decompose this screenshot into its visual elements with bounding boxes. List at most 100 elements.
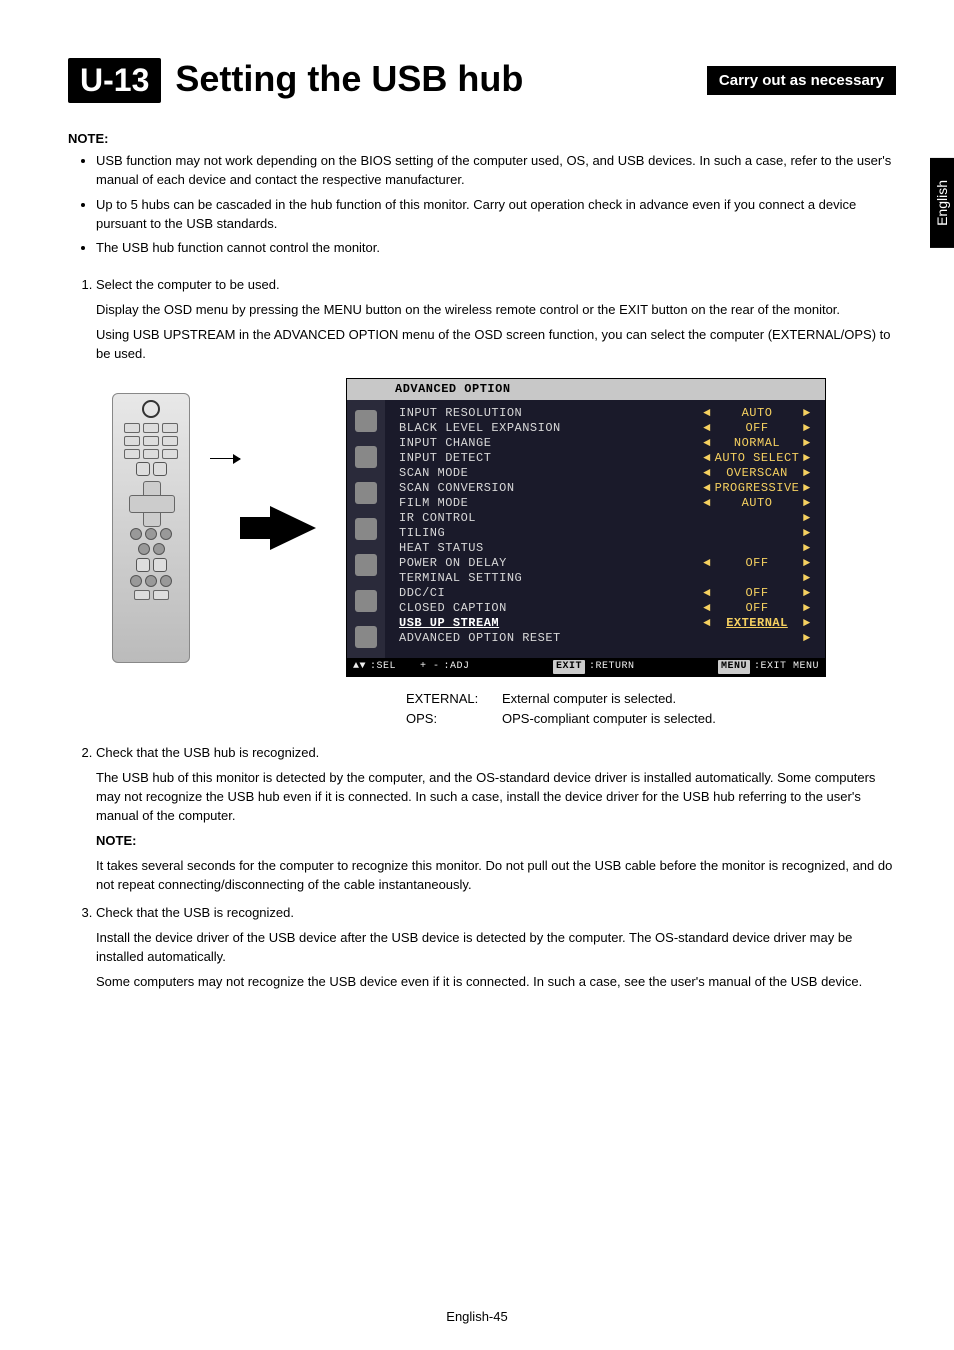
note-heading: NOTE: xyxy=(68,131,896,146)
triangle-right-icon: ► xyxy=(803,631,815,646)
osd-tab-icon xyxy=(355,554,377,576)
triangle-right-icon: ► xyxy=(803,556,815,571)
osd-row-label: CLOSED CAPTION xyxy=(399,601,699,616)
osd-row-value: OFF xyxy=(711,601,803,616)
osd-hint-key: EXIT xyxy=(553,660,585,675)
osd-menu-row: FILM MODE◄AUTO► xyxy=(399,496,815,511)
triangle-left-icon: ◄ xyxy=(699,586,711,601)
osd-row-value: OFF xyxy=(711,421,803,436)
remote-control-illustration xyxy=(112,393,190,663)
osd-menu-row: SCAN MODE◄OVERSCAN► xyxy=(399,466,815,481)
osd-screenshot: ADVANCED OPTION INPUT RESOLUTION◄AUTO►BL… xyxy=(346,378,826,678)
osd-row-label: INPUT CHANGE xyxy=(399,436,699,451)
osd-menu-row: INPUT CHANGE◄NORMAL► xyxy=(399,436,815,451)
triangle-left-icon: ◄ xyxy=(699,406,711,421)
osd-menu-row: BLACK LEVEL EXPANSION◄OFF► xyxy=(399,421,815,436)
osd-row-label: INPUT RESOLUTION xyxy=(399,406,699,421)
osd-hint-key: ▲▼ xyxy=(353,660,366,675)
triangle-right-icon: ► xyxy=(803,436,815,451)
explain-key: EXTERNAL: xyxy=(406,689,492,709)
language-tab: English xyxy=(930,158,954,248)
step-text: Some computers may not recognize the USB… xyxy=(96,973,896,992)
triangle-left-icon: ◄ xyxy=(699,556,711,571)
triangle-left-icon: ◄ xyxy=(699,481,711,496)
triangle-right-icon: ► xyxy=(803,451,815,466)
step-text: Using USB UPSTREAM in the ADVANCED OPTIO… xyxy=(96,326,896,364)
triangle-right-icon: ► xyxy=(803,616,815,631)
page-header: U-13 Setting the USB hub Carry out as ne… xyxy=(68,58,896,103)
step-text: Display the OSD menu by pressing the MEN… xyxy=(96,301,896,320)
pointer-line xyxy=(210,458,240,470)
osd-row-label: POWER ON DELAY xyxy=(399,556,699,571)
osd-menu-row: HEAT STATUS ► xyxy=(399,541,815,556)
steps-list: Select the computer to be used. Display … xyxy=(68,276,896,992)
note-item: Up to 5 hubs can be cascaded in the hub … xyxy=(96,196,896,234)
osd-hint-key: MENU xyxy=(718,660,750,675)
step-text: The USB hub of this monitor is detected … xyxy=(96,769,896,826)
osd-row-value: NORMAL xyxy=(711,436,803,451)
osd-tab-icon xyxy=(355,626,377,648)
osd-tab-icon xyxy=(355,410,377,432)
explain-val: OPS-compliant computer is selected. xyxy=(502,709,716,729)
osd-hint: :ADJ xyxy=(444,660,470,675)
osd-row-value: PROGRESSIVE xyxy=(711,481,803,496)
osd-row-label: HEAT STATUS xyxy=(399,541,699,556)
explain-val: External computer is selected. xyxy=(502,689,676,709)
osd-menu-row: INPUT RESOLUTION◄AUTO► xyxy=(399,406,815,421)
note-item: USB function may not work depending on t… xyxy=(96,152,896,190)
triangle-right-icon: ► xyxy=(803,571,815,586)
osd-menu-row: INPUT DETECT◄AUTO SELECT► xyxy=(399,451,815,466)
triangle-right-icon: ► xyxy=(803,601,815,616)
triangle-right-icon: ► xyxy=(803,586,815,601)
osd-menu-row: TILING► xyxy=(399,526,815,541)
osd-row-label: BLACK LEVEL EXPANSION xyxy=(399,421,699,436)
osd-row-value: AUTO SELECT xyxy=(711,451,803,466)
triangle-left-icon: ◄ xyxy=(699,601,711,616)
osd-footer: ▲▼ :SEL + - :ADJ EXIT :RETURN MENU :EXIT… xyxy=(347,658,825,677)
triangle-left-icon: ◄ xyxy=(699,421,711,436)
title-group: U-13 Setting the USB hub xyxy=(68,58,523,103)
step-title: Select the computer to be used. xyxy=(96,276,896,295)
triangle-right-icon: ► xyxy=(803,541,815,556)
osd-menu-row: DDC/CI◄OFF► xyxy=(399,586,815,601)
step-3: Check that the USB is recognized. Instal… xyxy=(96,904,896,991)
osd-hint: :EXIT MENU xyxy=(754,660,819,675)
osd-hint: :RETURN xyxy=(589,660,635,675)
osd-hint: :SEL xyxy=(370,660,396,675)
step-1: Select the computer to be used. Display … xyxy=(96,276,896,728)
osd-tab-icon xyxy=(355,446,377,468)
triangle-left-icon: ◄ xyxy=(699,451,711,466)
osd-menu-row: IR CONTROL► xyxy=(399,511,815,526)
osd-row-value: OFF xyxy=(711,586,803,601)
triangle-right-icon: ► xyxy=(803,421,815,436)
explain-key: OPS: xyxy=(406,709,492,729)
osd-tab-icon xyxy=(355,590,377,612)
osd-row-label: SCAN MODE xyxy=(399,466,699,481)
section-number-badge: U-13 xyxy=(68,58,161,103)
power-icon xyxy=(142,400,160,418)
osd-row-value: AUTO xyxy=(711,406,803,421)
osd-row-label: DDC/CI xyxy=(399,586,699,601)
dpad-icon xyxy=(129,481,173,525)
osd-menu-row: ADVANCED OPTION RESET► xyxy=(399,631,815,646)
page-title: Setting the USB hub xyxy=(175,58,523,100)
step-text: It takes several seconds for the compute… xyxy=(96,857,896,895)
osd-menu-row: SCAN CONVERSION◄PROGRESSIVE► xyxy=(399,481,815,496)
osd-row-label: TERMINAL SETTING xyxy=(399,571,699,586)
explain-row: EXTERNAL: External computer is selected. xyxy=(406,689,896,709)
arrow-right-icon xyxy=(270,506,316,550)
step-2: Check that the USB hub is recognized. Th… xyxy=(96,744,896,894)
osd-menu-row: POWER ON DELAY◄OFF► xyxy=(399,556,815,571)
osd-row-label: INPUT DETECT xyxy=(399,451,699,466)
osd-title: ADVANCED OPTION xyxy=(347,379,825,400)
osd-row-value: OFF xyxy=(711,556,803,571)
osd-menu-row: USB UP STREAM◄EXTERNAL► xyxy=(399,616,815,631)
osd-row-label: IR CONTROL xyxy=(399,511,699,526)
osd-tab-icon xyxy=(355,482,377,504)
page-number: English-45 xyxy=(0,1309,954,1324)
triangle-right-icon: ► xyxy=(803,496,815,511)
osd-sidebar xyxy=(347,400,385,658)
osd-menu-row: TERMINAL SETTING ► xyxy=(399,571,815,586)
figure-row: ADVANCED OPTION INPUT RESOLUTION◄AUTO►BL… xyxy=(112,378,896,678)
step-text: Install the device driver of the USB dev… xyxy=(96,929,896,967)
